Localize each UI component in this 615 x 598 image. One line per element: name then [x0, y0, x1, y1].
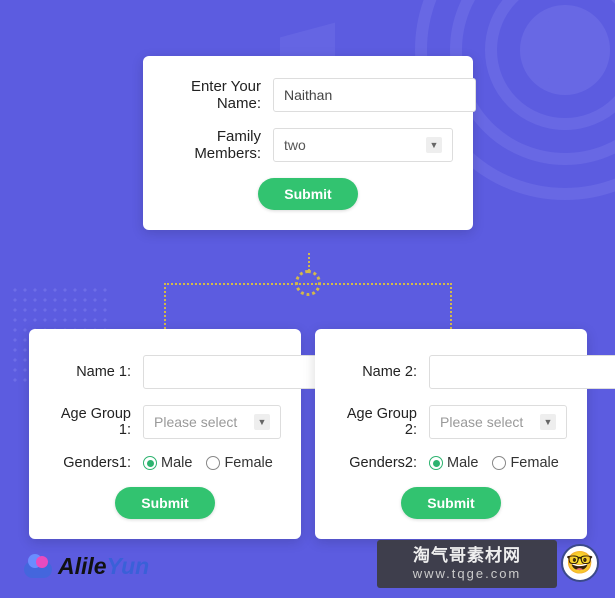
- member2-submit-button[interactable]: Submit: [401, 487, 500, 519]
- radio-selected-icon: [429, 456, 443, 470]
- member1-gender-label: Genders1:: [49, 455, 143, 471]
- watermark-line1: 淘气哥素材网: [381, 546, 553, 566]
- radio-unselected-icon: [206, 456, 220, 470]
- member1-form-card: Name 1: Age Group 1: Please select ▼ Gen…: [29, 329, 301, 539]
- member2-age-placeholder: Please select: [440, 414, 523, 430]
- member1-submit-button[interactable]: Submit: [115, 487, 214, 519]
- member1-age-label: Age Group 1:: [49, 406, 143, 438]
- brand-logo: AlileYun: [22, 553, 149, 580]
- family-members-value: two: [284, 137, 306, 153]
- radio-selected-icon: [143, 456, 157, 470]
- member2-gender-label: Genders2:: [335, 455, 429, 471]
- member1-age-select[interactable]: Please select ▼: [143, 405, 281, 439]
- cloud-icon: [22, 556, 52, 578]
- member2-form-card: Name 2: Age Group 2: Please select ▼ Gen…: [315, 329, 587, 539]
- member1-age-placeholder: Please select: [154, 414, 237, 430]
- chevron-down-icon: ▼: [254, 414, 270, 430]
- member2-age-label: Age Group 2:: [335, 406, 429, 438]
- member1-name-label: Name 1:: [49, 364, 143, 380]
- chevron-down-icon: ▼: [540, 414, 556, 430]
- family-label: Family Members:: [163, 128, 273, 162]
- member2-name-label: Name 2:: [335, 364, 429, 380]
- watermark-line2: www.tqge.com: [381, 566, 553, 582]
- member1-male-radio[interactable]: Male: [143, 455, 192, 471]
- member2-female-radio[interactable]: Female: [492, 455, 558, 471]
- member2-male-radio[interactable]: Male: [429, 455, 478, 471]
- family-members-select[interactable]: two ▼: [273, 128, 453, 162]
- member1-female-radio[interactable]: Female: [206, 455, 272, 471]
- connector-lines: [164, 253, 452, 329]
- main-form-card: Enter Your Name: Family Members: two ▼ S…: [143, 56, 473, 230]
- radio-unselected-icon: [492, 456, 506, 470]
- brand-logo-text: AlileYun: [58, 553, 149, 580]
- nerd-face-icon: 🤓: [561, 544, 599, 582]
- name-label: Enter Your Name:: [163, 78, 273, 112]
- watermark-badge: 淘气哥素材网 www.tqge.com: [377, 540, 557, 588]
- chevron-down-icon: ▼: [426, 137, 442, 153]
- main-submit-button[interactable]: Submit: [258, 178, 357, 210]
- name-input[interactable]: [273, 78, 476, 112]
- member2-age-select[interactable]: Please select ▼: [429, 405, 567, 439]
- member2-name-input[interactable]: [429, 355, 615, 389]
